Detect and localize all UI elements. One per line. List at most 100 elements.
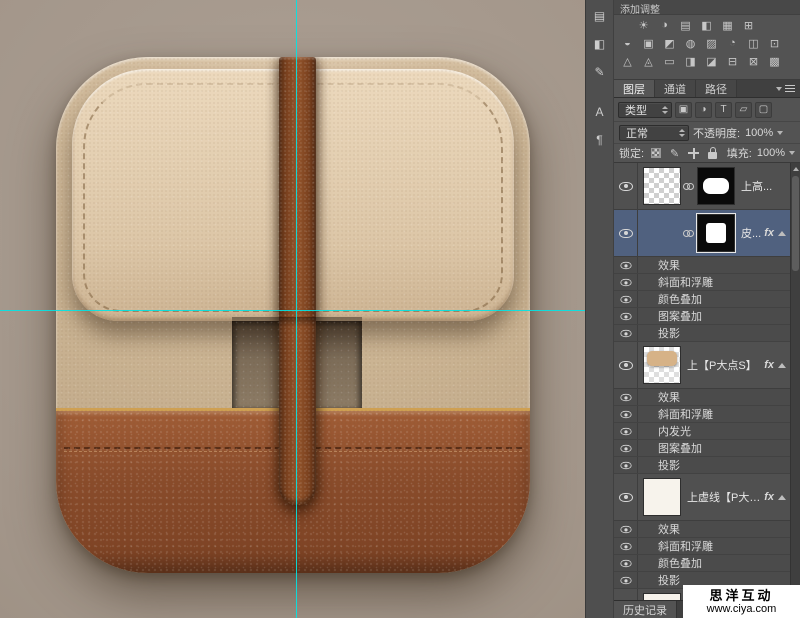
effect-row[interactable]: 图案叠加 xyxy=(614,440,790,457)
adjustment-icon[interactable]: ◍ xyxy=(683,36,698,50)
opacity-value[interactable]: 100% xyxy=(745,127,783,139)
info-panel-icon[interactable]: ◧ xyxy=(586,32,613,56)
effect-visibility-toggle-icon[interactable] xyxy=(620,410,631,417)
filter-pixel-layers-icon[interactable]: ▣ xyxy=(675,102,692,118)
mask-link-icon[interactable] xyxy=(683,181,694,191)
fx-badge[interactable]: fx xyxy=(764,491,774,503)
effect-row[interactable]: 颜色叠加 xyxy=(614,291,790,308)
blend-mode-dropdown[interactable]: 正常 xyxy=(619,125,689,141)
layer-name[interactable]: 上【P大点S】 xyxy=(687,357,761,373)
effect-row[interactable]: 投影 xyxy=(614,457,790,474)
tab-layers[interactable]: 图层 xyxy=(614,80,655,97)
tab-paths[interactable]: 路径 xyxy=(696,80,737,97)
adjustment-icon[interactable]: ◬ xyxy=(641,54,656,68)
effect-row[interactable]: 斜面和浮雕 xyxy=(614,538,790,555)
fx-badge[interactable]: fx xyxy=(764,359,774,371)
adjustment-icon[interactable]: ◫ xyxy=(746,36,761,50)
effect-row[interactable]: 效果 xyxy=(614,389,790,406)
layer-name[interactable]: 上虚线【P大点... xyxy=(687,489,761,505)
tab-history[interactable]: 历史记录 xyxy=(614,601,677,618)
adjustment-icon[interactable]: ◨ xyxy=(683,54,698,68)
paragraph-panel-icon[interactable]: ¶ xyxy=(586,128,613,152)
effect-row[interactable]: 效果 xyxy=(614,257,790,274)
canvas-area[interactable] xyxy=(0,0,585,618)
effect-row[interactable]: 图案叠加 xyxy=(614,308,790,325)
panel-menu-button[interactable] xyxy=(769,80,800,97)
adjustment-icon[interactable]: ▭ xyxy=(662,54,677,68)
effect-visibility-toggle-icon[interactable] xyxy=(620,559,631,566)
lock-all-icon[interactable] xyxy=(705,146,720,160)
fx-badge[interactable]: fx xyxy=(764,227,774,239)
adjustment-icon[interactable]: ⊡ xyxy=(767,36,782,50)
filter-type-dropdown[interactable]: 类型 xyxy=(618,102,672,118)
guide-vertical[interactable] xyxy=(296,0,297,618)
adjustment-icon[interactable]: ◑ xyxy=(657,18,672,32)
adjustment-icon[interactable]: △ xyxy=(620,54,635,68)
visibility-toggle-icon[interactable] xyxy=(619,493,633,502)
layer-thumbnail[interactable] xyxy=(643,593,681,600)
effect-visibility-toggle-icon[interactable] xyxy=(620,461,631,468)
lock-image-pixels-icon[interactable]: ✎ xyxy=(667,146,682,160)
adjustment-icon[interactable]: ▦ xyxy=(720,18,735,32)
mask-link-icon[interactable] xyxy=(683,228,694,238)
adjustment-icon[interactable]: ▨ xyxy=(704,36,719,50)
layer-thumbnail[interactable] xyxy=(643,167,681,205)
adjustment-icon[interactable]: ◔ xyxy=(725,36,740,50)
effect-visibility-toggle-icon[interactable] xyxy=(620,312,631,319)
layer-mask-thumbnail[interactable] xyxy=(697,167,735,205)
properties-panel-icon[interactable]: ▤ xyxy=(586,4,613,28)
visibility-toggle-icon[interactable] xyxy=(619,229,633,238)
effect-row[interactable]: 斜面和浮雕 xyxy=(614,406,790,423)
effect-visibility-toggle-icon[interactable] xyxy=(620,525,631,532)
filter-adjustment-layers-icon[interactable]: ◑ xyxy=(695,102,712,118)
effect-row[interactable]: 内发光 xyxy=(614,423,790,440)
lock-transparent-pixels-icon[interactable] xyxy=(648,146,663,160)
scrollbar-thumb[interactable] xyxy=(792,176,799,271)
effect-visibility-toggle-icon[interactable] xyxy=(620,444,631,451)
layer-thumbnail[interactable] xyxy=(643,346,681,384)
layers-scrollbar[interactable] xyxy=(790,163,800,600)
effect-visibility-toggle-icon[interactable] xyxy=(620,542,631,549)
brush-panel-icon[interactable]: ✎ xyxy=(586,60,613,84)
adjustment-icon[interactable]: ▤ xyxy=(678,18,693,32)
adjustment-icon[interactable]: ◪ xyxy=(704,54,719,68)
adjustment-icon[interactable]: ⊟ xyxy=(725,54,740,68)
adjustment-icon[interactable]: ◩ xyxy=(662,36,677,50)
filter-shape-layers-icon[interactable]: ▱ xyxy=(735,102,752,118)
collapse-effects-icon[interactable] xyxy=(778,495,786,500)
effect-row[interactable]: 投影 xyxy=(614,325,790,342)
adjustment-icon[interactable]: ⊞ xyxy=(741,18,756,32)
character-panel-icon[interactable]: A xyxy=(586,100,613,124)
scroll-up-icon[interactable] xyxy=(791,163,800,174)
collapse-effects-icon[interactable] xyxy=(778,231,786,236)
adjustment-icon[interactable]: ▩ xyxy=(767,54,782,68)
effect-visibility-toggle-icon[interactable] xyxy=(620,261,631,268)
effect-visibility-toggle-icon[interactable] xyxy=(620,329,631,336)
adjustment-icon[interactable]: ◒ xyxy=(620,36,635,50)
effect-visibility-toggle-icon[interactable] xyxy=(620,278,631,285)
layer-mask-thumbnail[interactable] xyxy=(697,214,735,252)
effect-row[interactable]: 效果 xyxy=(614,521,790,538)
adjustment-icon[interactable]: ◧ xyxy=(699,18,714,32)
layer-row[interactable]: 上高... xyxy=(614,163,790,210)
effect-row[interactable]: 颜色叠加 xyxy=(614,555,790,572)
guide-horizontal[interactable] xyxy=(0,310,585,311)
effect-visibility-toggle-icon[interactable] xyxy=(620,427,631,434)
filter-type-layers-icon[interactable]: T xyxy=(715,102,732,118)
effect-visibility-toggle-icon[interactable] xyxy=(620,576,631,583)
visibility-toggle-icon[interactable] xyxy=(619,361,633,370)
filter-smart-objects-icon[interactable]: ▢ xyxy=(755,102,772,118)
layer-row[interactable]: 皮...fx xyxy=(614,210,790,257)
adjustment-icon[interactable]: ⊠ xyxy=(746,54,761,68)
layer-row[interactable]: 上虚线【P大点...fx xyxy=(614,474,790,521)
effect-visibility-toggle-icon[interactable] xyxy=(620,393,631,400)
layer-row[interactable]: 上【P大点S】fx xyxy=(614,342,790,389)
layer-thumbnail[interactable] xyxy=(643,478,681,516)
tab-channels[interactable]: 通道 xyxy=(655,80,696,97)
adjustment-icon[interactable]: ▣ xyxy=(641,36,656,50)
effect-row[interactable]: 斜面和浮雕 xyxy=(614,274,790,291)
lock-position-icon[interactable] xyxy=(686,146,701,160)
layer-name[interactable]: 上高... xyxy=(741,178,786,194)
effect-visibility-toggle-icon[interactable] xyxy=(620,295,631,302)
fill-value[interactable]: 100% xyxy=(757,147,795,159)
